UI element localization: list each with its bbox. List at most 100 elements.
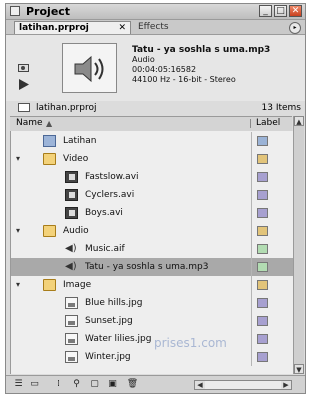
image-icon (65, 333, 78, 345)
new-bin-icon[interactable]: ▢ (88, 379, 101, 390)
tab-close-icon[interactable]: ✕ (118, 22, 126, 34)
label-color-swatch[interactable] (257, 190, 268, 200)
item-name: Image (63, 280, 92, 290)
list-item[interactable]: Cyclers.avi (11, 186, 293, 204)
project-window-icon (10, 6, 20, 16)
column-divider[interactable] (250, 119, 251, 128)
project-file-icon (18, 103, 30, 112)
list-view-icon[interactable]: ☰ (12, 379, 25, 390)
column-divider (251, 222, 252, 240)
list-item[interactable]: Fastslow.avi (11, 168, 293, 186)
folder-icon (43, 279, 56, 291)
list-item[interactable]: Water lilies.jpg (11, 330, 293, 348)
item-name: Video (63, 154, 89, 164)
scroll-down-icon[interactable]: ▼ (294, 364, 304, 374)
scroll-left-icon[interactable]: ◀ (195, 381, 205, 389)
close-icon[interactable]: ✕ (289, 5, 302, 17)
automate-to-sequence-icon[interactable]: ⁞ (52, 379, 65, 390)
expand-triangle-icon[interactable]: ▾ (16, 222, 20, 240)
list-item[interactable]: ◀) Music.aif (11, 240, 293, 258)
sort-ascending-icon: ▲ (46, 119, 53, 128)
column-divider (251, 204, 252, 222)
expand-triangle-icon[interactable]: ▾ (16, 150, 20, 168)
image-icon (65, 351, 78, 363)
label-color-swatch[interactable] (257, 334, 268, 344)
label-color-swatch[interactable] (257, 154, 268, 164)
item-name: Cyclers.avi (85, 190, 135, 200)
title-bar[interactable]: Project _ □ ✕ (6, 4, 305, 20)
column-divider (251, 348, 252, 366)
column-header-label[interactable]: Label (256, 117, 280, 130)
label-color-swatch[interactable] (257, 262, 268, 272)
play-icon[interactable] (18, 79, 32, 90)
vertical-scrollbar[interactable]: ▲ ▼ (293, 116, 304, 374)
list-item[interactable]: Sunset.jpg (11, 312, 293, 330)
item-name: Blue hills.jpg (85, 298, 143, 308)
project-panel: Project _ □ ✕ latihan.prproj ✕ Effects ▸ (5, 3, 306, 394)
delete-icon[interactable]: 🗑 (126, 379, 139, 390)
label-color-swatch[interactable] (257, 316, 268, 326)
find-icon[interactable]: ⚲ (70, 379, 83, 390)
minimize-icon[interactable]: _ (259, 5, 272, 17)
item-name: Winter.jpg (85, 352, 131, 362)
column-divider (251, 168, 252, 186)
image-icon (65, 315, 78, 327)
item-name: Tatu - ya soshla s uma.mp3 (85, 262, 209, 272)
preview-thumbnail (62, 43, 117, 93)
tab-project[interactable]: latihan.prproj ✕ (14, 21, 131, 34)
bin-row[interactable]: ▾ Image (11, 276, 293, 294)
column-header-name[interactable]: Name (16, 117, 43, 130)
panel-footer: ☰ ▭ ⁞ ⚲ ▢ ▣ 🗑 ◀ ▶ (6, 375, 305, 393)
label-color-swatch[interactable] (257, 172, 268, 182)
clip-info: Tatu - ya soshla s uma.mp3 Audio 00:04:0… (132, 45, 270, 85)
column-divider (251, 132, 252, 150)
film-icon (65, 171, 78, 183)
list-item[interactable]: Latihan (11, 132, 293, 150)
scroll-right-icon[interactable]: ▶ (281, 381, 291, 389)
list-item[interactable]: Winter.jpg (11, 348, 293, 366)
item-name: Latihan (63, 136, 97, 146)
column-divider (251, 276, 252, 294)
speaker-icon (74, 55, 104, 83)
preview-area: Tatu - ya soshla s uma.mp3 Audio 00:04:0… (6, 35, 305, 101)
item-name: Boys.avi (85, 208, 123, 218)
scroll-up-icon[interactable]: ▲ (294, 116, 304, 126)
label-color-swatch[interactable] (257, 226, 268, 236)
bin-row[interactable]: ▾ Audio (11, 222, 293, 240)
clip-duration: 00:04:05:16582 (132, 65, 197, 74)
horizontal-scrollbar[interactable]: ◀ ▶ (194, 380, 292, 390)
poster-frame-icon[interactable] (18, 63, 32, 74)
new-item-icon[interactable]: ▣ (106, 379, 119, 390)
folder-icon (43, 153, 56, 165)
maximize-icon[interactable]: □ (274, 5, 287, 17)
column-divider (251, 330, 252, 348)
tab-effects[interactable]: Effects (134, 21, 194, 34)
project-name: latihan.prproj (36, 103, 97, 113)
column-divider (251, 150, 252, 168)
icon-view-icon[interactable]: ▭ (28, 379, 41, 390)
clip-name: Tatu - ya soshla s uma.mp3 (132, 45, 271, 55)
label-color-swatch[interactable] (257, 298, 268, 308)
label-color-swatch[interactable] (257, 352, 268, 362)
label-color-swatch[interactable] (257, 280, 268, 290)
item-name: Sunset.jpg (85, 316, 133, 326)
column-divider (251, 258, 252, 276)
clip-type: Audio (132, 55, 155, 64)
item-name: Audio (63, 226, 89, 236)
column-divider (251, 312, 252, 330)
list-item[interactable]: Blue hills.jpg (11, 294, 293, 312)
label-color-swatch[interactable] (257, 208, 268, 218)
item-count: 13 Items (261, 103, 302, 113)
bin-row[interactable]: ▾ Video (11, 150, 293, 168)
expand-triangle-icon[interactable]: ▾ (16, 276, 20, 294)
column-divider (251, 294, 252, 312)
list-item[interactable]: Boys.avi (11, 204, 293, 222)
label-color-swatch[interactable] (257, 136, 268, 146)
list-item[interactable]: ◀) Tatu - ya soshla s uma.mp3 (11, 258, 293, 276)
item-name: Music.aif (85, 244, 125, 254)
panel-menu-icon[interactable]: ▸ (289, 22, 301, 34)
column-divider (251, 186, 252, 204)
tab-project-label: latihan.prproj (19, 23, 89, 33)
sequence-icon (43, 135, 56, 147)
label-color-swatch[interactable] (257, 244, 268, 254)
